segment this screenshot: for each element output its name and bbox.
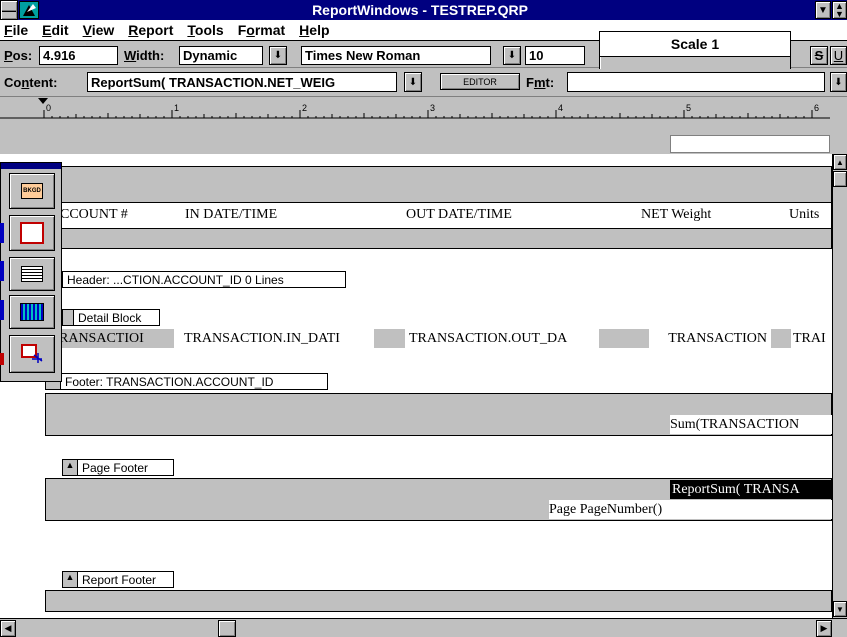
menu-edit[interactable]: Edit: [42, 22, 68, 38]
scroll-up-button[interactable]: ▲: [833, 154, 847, 170]
ruler-number: 2: [302, 103, 307, 113]
font-select[interactable]: Times New Roman: [301, 46, 491, 65]
text-lines-icon: [21, 266, 43, 282]
select-arrow-icon: [21, 344, 43, 363]
menu-format[interactable]: Format: [238, 22, 285, 38]
width-label: Width:: [124, 47, 165, 63]
fmt-dropdown-button[interactable]: ⬇: [830, 72, 847, 92]
header-gray-band: [45, 229, 832, 249]
rectangle-icon: [20, 222, 44, 244]
font-dropdown-button[interactable]: ⬇: [503, 46, 521, 65]
page-number-field[interactable]: Page PageNumber(): [549, 500, 832, 519]
vertical-scroll-thumb[interactable]: [833, 171, 847, 187]
col-in-date[interactable]: IN DATE/TIME: [185, 207, 277, 223]
fmt-label: Fmt:: [526, 74, 555, 90]
strikethrough-button[interactable]: S: [810, 46, 828, 65]
horizontal-scrollbar[interactable]: ◀ ▶: [0, 618, 847, 637]
content-label: Content:: [4, 74, 58, 90]
text-tool-button[interactable]: [9, 257, 55, 291]
editor-button[interactable]: EDITOR: [440, 73, 520, 90]
pos-label: Pos:: [4, 47, 33, 63]
bkgd-tool-button[interactable]: BKGD: [9, 173, 55, 209]
menu-tools[interactable]: Tools: [187, 22, 223, 38]
ruler-number: 3: [430, 103, 435, 113]
footer-sum-row: Sum(TRANSACTION: [45, 414, 832, 436]
system-menu-button[interactable]: —: [0, 0, 18, 20]
menu-file[interactable]: File: [4, 22, 28, 38]
grid-icon: [20, 303, 44, 321]
detail-field-in-gap: [374, 329, 405, 348]
footer-sum-field[interactable]: Sum(TRANSACTION: [670, 415, 832, 434]
toolbar-row-2: Content: ReportSum( TRANSACTION.NET_WEIG…: [0, 69, 847, 95]
detail-band-label[interactable]: Detail Block: [62, 309, 160, 326]
width-field[interactable]: Dynamic: [179, 46, 263, 65]
grid-tool-button[interactable]: [9, 295, 55, 329]
col-account[interactable]: CCOUNT #: [60, 207, 128, 223]
scroll-down-button[interactable]: ▼: [833, 601, 847, 617]
title-band: [45, 166, 832, 186]
title-band-2: [45, 185, 832, 203]
detail-field-net-gap: [771, 329, 791, 348]
ruler-number: 6: [814, 103, 819, 113]
col-net-weight[interactable]: NET Weight: [641, 207, 711, 223]
detail-field-out-gap: [599, 329, 649, 348]
width-dropdown-button[interactable]: ⬇: [269, 46, 287, 65]
scroll-left-button[interactable]: ◀: [0, 620, 16, 637]
vertical-scrollbar[interactable]: ▲ ▼: [832, 154, 847, 618]
header-band-label[interactable]: Header: ...CTION.ACCOUNT_ID 0 Lines: [62, 271, 346, 288]
font-size-field[interactable]: 10: [525, 46, 585, 65]
content-field[interactable]: ReportSum( TRANSACTION.NET_WEIG: [87, 72, 397, 92]
rectangle-tool-button[interactable]: [9, 215, 55, 251]
ruler-number: 0: [46, 103, 51, 113]
ruler-number: 5: [686, 103, 691, 113]
scroll-right-button[interactable]: ▶: [816, 620, 832, 637]
menu-report[interactable]: Report: [128, 22, 173, 38]
detail-row: RANSACTIOI TRANSACTION.IN_DATI TRANSACTI…: [45, 328, 832, 350]
ruler-number: 1: [174, 103, 179, 113]
col-units[interactable]: Units: [789, 207, 819, 223]
footer-gray-band: [45, 393, 832, 415]
title-bar: — ReportWindows - TESTREP.QRP ▼ ▲ ▼: [0, 0, 847, 20]
page-footer-sum-field[interactable]: ReportSum( TRANSA: [670, 480, 832, 499]
footer-band-label[interactable]: ▲ Footer: TRANSACTION.ACCOUNT_ID: [45, 373, 328, 390]
menu-help[interactable]: Help: [299, 22, 329, 38]
detail-field-out-date[interactable]: TRANSACTION.OUT_DA: [409, 329, 599, 348]
select-tool-button[interactable]: [9, 335, 55, 373]
detail-field-account[interactable]: RANSACTIOI: [59, 329, 174, 348]
report-footer-label[interactable]: ▲ Report Footer: [62, 571, 174, 588]
report-canvas[interactable]: CCOUNT # IN DATE/TIME OUT DATE/TIME NET …: [0, 154, 832, 618]
column-header-row: CCOUNT # IN DATE/TIME OUT DATE/TIME NET …: [45, 203, 832, 229]
pos-field[interactable]: 4.916: [39, 46, 118, 65]
detail-field-net[interactable]: TRANSACTION: [649, 329, 771, 348]
restore-button[interactable]: ▲ ▼: [832, 1, 847, 19]
horizontal-scroll-thumb[interactable]: [218, 620, 236, 637]
page-number-row: Page PageNumber(): [45, 499, 832, 521]
bkgd-icon: BKGD: [21, 183, 43, 199]
col-out-date[interactable]: OUT DATE/TIME: [406, 207, 512, 223]
ruler[interactable]: 012345601: [0, 96, 847, 154]
tool-palette: BKGD: [0, 162, 62, 382]
app-logo-icon: [19, 1, 39, 19]
page-footer-label[interactable]: ▲ Page Footer: [62, 459, 174, 476]
menu-view[interactable]: View: [83, 22, 115, 38]
scale-popup-title: Scale 1: [600, 32, 790, 57]
palette-edge-strip: [0, 168, 6, 368]
detail-field-units[interactable]: TRAI: [793, 329, 832, 348]
report-footer-band: [45, 590, 832, 612]
content-dropdown-button[interactable]: ⬇: [404, 72, 422, 92]
ruler-subbox: [670, 135, 830, 153]
tool-palette-titlebar[interactable]: [1, 163, 61, 169]
ruler-number: 4: [558, 103, 563, 113]
fmt-field[interactable]: [567, 72, 825, 92]
minimize-button[interactable]: ▼: [815, 1, 831, 19]
page-footer-row: ReportSum( TRANSA: [45, 478, 832, 500]
underline-button[interactable]: U: [830, 46, 847, 65]
window-title: ReportWindows - TESTREP.QRP: [312, 2, 528, 18]
detail-field-in-date[interactable]: TRANSACTION.IN_DATI: [184, 329, 374, 348]
